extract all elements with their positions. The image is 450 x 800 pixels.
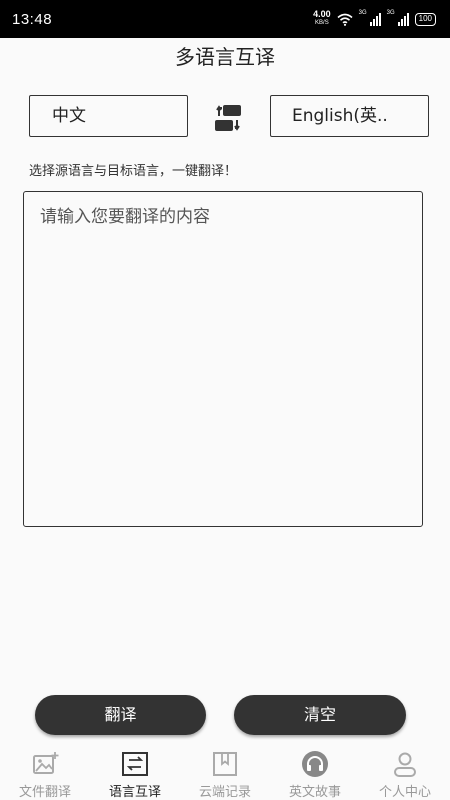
clear-button[interactable]: 清空 xyxy=(234,695,406,735)
nav-item-cloud-records[interactable]: 云端记录 xyxy=(180,745,270,800)
translate-icon xyxy=(122,752,148,776)
network-speed: 4.00 KB/S xyxy=(313,10,331,28)
network-speed-unit: KB/S xyxy=(315,20,329,26)
hint-text: 选择源语言与目标语言，一键翻译！ xyxy=(29,164,238,179)
status-time: 13:48 xyxy=(12,10,53,28)
signal-tag: 3G xyxy=(386,10,395,16)
translate-button[interactable]: 翻译 xyxy=(35,695,206,735)
status-bar: 13:48 4.00 KB/S 3G 3G 100 xyxy=(0,0,450,38)
bottom-nav: 文件翻译 语言互译 云端记录 英文故事 个人中心 xyxy=(0,745,450,800)
nav-label: 英文故事 xyxy=(288,785,341,800)
signal-icon: 3G xyxy=(386,10,409,26)
nav-label: 个人中心 xyxy=(378,785,431,800)
headphones-icon xyxy=(302,751,328,777)
target-language-select[interactable]: English(英.. xyxy=(270,95,429,137)
person-icon xyxy=(394,752,416,777)
wifi-icon xyxy=(337,13,353,26)
source-language-select[interactable]: 中文 xyxy=(29,95,188,137)
nav-item-english-stories[interactable]: 英文故事 xyxy=(270,745,360,800)
swap-icon[interactable] xyxy=(211,103,245,133)
bookmark-icon xyxy=(213,752,237,776)
nav-label: 文件翻译 xyxy=(18,785,71,800)
nav-label: 语言互译 xyxy=(108,785,161,800)
page-title: 多语言互译 xyxy=(175,45,275,69)
nav-label: 云端记录 xyxy=(198,785,251,800)
nav-item-language-translate[interactable]: 语言互译 xyxy=(90,745,180,800)
signal-icon: 3G xyxy=(358,10,381,26)
nav-item-profile[interactable]: 个人中心 xyxy=(360,745,450,800)
image-add-icon xyxy=(33,752,59,774)
status-icons: 4.00 KB/S 3G 3G 100 xyxy=(313,10,436,28)
battery-icon: 100 xyxy=(414,12,436,26)
nav-item-file-translate[interactable]: 文件翻译 xyxy=(0,745,90,800)
network-speed-value: 4.00 xyxy=(313,9,331,19)
signal-tag: 3G xyxy=(358,10,367,16)
translation-input[interactable]: 请输入您要翻译的内容 xyxy=(23,191,423,527)
